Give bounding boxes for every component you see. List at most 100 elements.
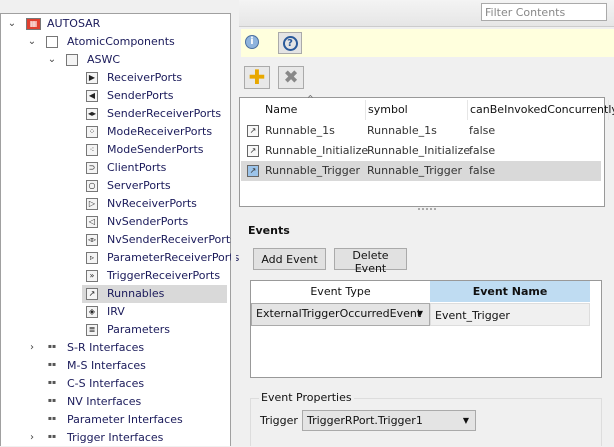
tree-item[interactable]: ○ ServerPorts — [1, 177, 230, 195]
tree-item[interactable]: ▪▪ C-S Interfaces — [1, 375, 230, 393]
event-name-cell[interactable]: Event_Trigger — [430, 303, 590, 326]
delete-event-button[interactable]: Delete Event — [334, 248, 407, 275]
event-type-value: ExternalTriggerOccurredEvent — [256, 307, 422, 320]
tree-item[interactable]: ▶ ReceiverPorts — [1, 69, 230, 87]
tree-item-label: ParameterReceiverPorts — [107, 251, 240, 264]
interfaces-icon: ▪▪ — [47, 379, 57, 386]
tree-item[interactable]: ▪▪ Parameter Interfaces — [1, 411, 230, 429]
tree-item[interactable]: ▪▪ NV Interfaces — [1, 393, 230, 411]
trigger-dropdown[interactable]: TriggerRPort.Trigger1 ▼ — [302, 410, 476, 431]
tree-item[interactable]: ◃▹ NvSenderReceiverPorts — [1, 231, 236, 249]
trigger-value: TriggerRPort.Trigger1 — [307, 414, 423, 427]
tree-item[interactable]: ≣ Parameters — [1, 321, 230, 339]
add-event-button[interactable]: Add Event — [253, 248, 326, 270]
autosar-root-icon: ▦ — [26, 18, 41, 30]
column-header-event-name[interactable]: Event Name — [430, 281, 590, 302]
tree-item-label: ClientPorts — [107, 161, 167, 174]
table-row[interactable]: ↗ Runnable_Initialize Runnable_Initialize f… — [241, 141, 601, 161]
runnable-icon: ↗ — [247, 125, 259, 137]
splitter-grip[interactable] — [418, 208, 436, 211]
table-row[interactable]: ↗ Runnable_1s Runnable_1s false — [241, 121, 601, 141]
delete-runnable-button[interactable]: ✖ — [278, 66, 304, 89]
tree-item[interactable]: ⌄ ▦ AUTOSAR — [1, 15, 230, 33]
help-button[interactable]: ? — [278, 32, 302, 54]
tree-item[interactable]: ▷ NvReceiverPorts — [1, 195, 230, 213]
tree-item[interactable]: ▪▪ M-S Interfaces — [1, 357, 230, 375]
tree-item-label: SenderReceiverPorts — [107, 107, 222, 120]
tree-item-label: ASWC — [87, 53, 121, 66]
tree-item[interactable]: » TriggerReceiverPorts — [1, 267, 230, 285]
tree-item[interactable]: ◂▸ SenderReceiverPorts — [1, 105, 230, 123]
interfaces-icon: ▪▪ — [47, 343, 57, 350]
model-tree[interactable]: ⌄ ▦ AUTOSAR ⌄ AtomicComponents ⌄ ASWC ▶ Receiver… — [0, 13, 239, 447]
tree-item[interactable]: ⁘ ModeReceiverPorts — [1, 123, 230, 141]
tree-item[interactable]: ⌄ ASWC — [1, 51, 230, 69]
dropdown-arrow-icon: ▼ — [416, 309, 423, 318]
cell-name: Runnable_Trigger — [265, 164, 361, 177]
runnable-icon: ↗ — [247, 145, 259, 157]
tree-item[interactable]: ◈ IRV — [1, 303, 230, 321]
tree-item-label: NvSenderPorts — [107, 215, 189, 228]
panel-splitter[interactable] — [231, 0, 236, 446]
tree-item[interactable]: ⁖ ModeSenderPorts — [1, 141, 230, 159]
components-icon — [46, 36, 58, 48]
tree-item[interactable]: ↗ Runnables — [82, 285, 227, 303]
interfaces-icon: ▪▪ — [47, 433, 57, 440]
irv-icon: ◈ — [86, 306, 98, 318]
tree-item-label: Parameters — [107, 323, 170, 336]
info-icon[interactable]: i — [245, 35, 259, 49]
server-port-icon: ○ — [86, 180, 98, 192]
tree-item[interactable]: ◀ SenderPorts — [1, 87, 230, 105]
parameters-icon: ≣ — [86, 324, 98, 336]
tree-item[interactable]: ⊃ ClientPorts — [1, 159, 230, 177]
chevron-down-icon[interactable]: ⌄ — [7, 15, 17, 33]
tree-item-label: NV Interfaces — [67, 395, 142, 408]
event-properties-title: Event Properties — [259, 391, 354, 404]
tree-item-label: Runnables — [107, 287, 165, 300]
component-icon — [66, 54, 78, 66]
chevron-down-icon[interactable]: ⌄ — [27, 33, 37, 51]
chevron-right-icon[interactable]: › — [27, 429, 37, 447]
sender-port-icon: ◀ — [86, 90, 98, 102]
client-port-icon: ⊃ — [86, 162, 98, 174]
nv-sender-port-icon: ◁ — [86, 216, 98, 228]
tree-item-label: S-R Interfaces — [67, 341, 145, 354]
tree-item-label: ModeSenderPorts — [107, 143, 204, 156]
filter-input[interactable] — [481, 3, 607, 21]
events-table: Event Type Event Name ExternalTriggerOcc… — [250, 280, 602, 378]
interfaces-icon: ▪▪ — [47, 397, 57, 404]
tree-item-label: IRV — [107, 305, 125, 318]
event-properties-group: Event Properties Trigger TriggerRPort.Tr… — [250, 391, 602, 446]
cell-symbol: Runnable_Initialize — [367, 144, 471, 157]
trigger-label: Trigger — [260, 414, 298, 427]
runnable-icon: ↗ — [247, 165, 259, 177]
column-header-concurrent[interactable]: canBeInvokedConcurrently — [468, 100, 614, 120]
help-icon: ? — [282, 36, 298, 51]
nv-receiver-port-icon: ▷ — [86, 198, 98, 210]
tree-item-label: NvReceiverPorts — [107, 197, 197, 210]
tree-item-label: M-S Interfaces — [67, 359, 146, 372]
trigger-receiver-port-icon: » — [86, 270, 98, 282]
sender-receiver-port-icon: ◂▸ — [86, 108, 98, 120]
event-type-dropdown[interactable]: ExternalTriggerOccurredEvent ▼ — [251, 303, 430, 326]
column-header-symbol[interactable]: symbol — [366, 100, 468, 120]
column-header-event-type[interactable]: Event Type — [251, 281, 430, 302]
column-header-name[interactable]: Name — [264, 100, 366, 120]
add-runnable-button[interactable]: ✚ — [244, 66, 270, 89]
cell-name: Runnable_1s — [265, 124, 335, 137]
runnable-icon: ↗ — [86, 288, 98, 300]
chevron-right-icon[interactable]: › — [27, 339, 37, 357]
cell-symbol: Runnable_1s — [367, 124, 437, 137]
table-row[interactable]: ↗ Runnable_Trigger Runnable_Trigger false — [241, 161, 601, 181]
tree-item-label: ReceiverPorts — [107, 71, 183, 84]
tree-item[interactable]: › ▪▪ Trigger Interfaces — [1, 429, 230, 447]
interfaces-icon: ▪▪ — [47, 415, 57, 422]
tree-item[interactable]: ▹ ParameterReceiverPorts — [1, 249, 239, 267]
tree-item[interactable]: › ▪▪ S-R Interfaces — [1, 339, 230, 357]
tree-item-label: Parameter Interfaces — [67, 413, 183, 426]
tree-item-label: ModeReceiverPorts — [107, 125, 213, 138]
cell-concurrent: false — [469, 164, 496, 177]
tree-item[interactable]: ◁ NvSenderPorts — [1, 213, 230, 231]
chevron-down-icon[interactable]: ⌄ — [47, 51, 57, 69]
tree-item[interactable]: ⌄ AtomicComponents — [1, 33, 230, 51]
